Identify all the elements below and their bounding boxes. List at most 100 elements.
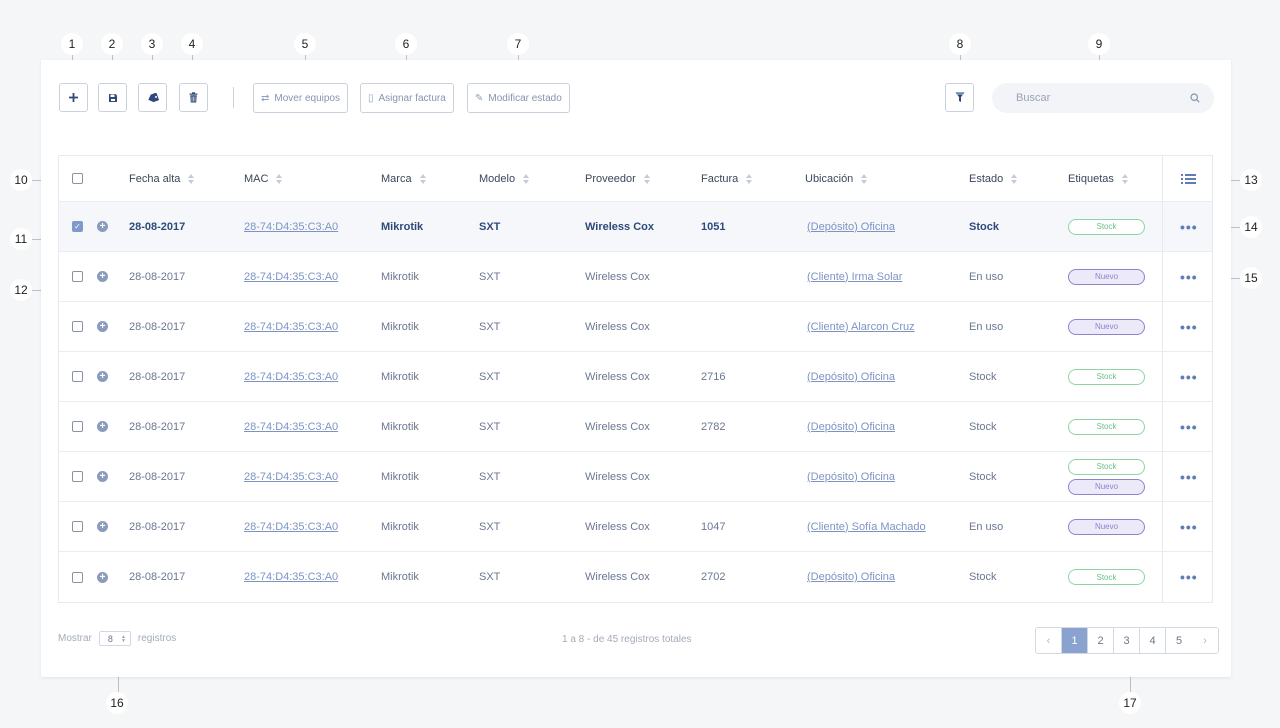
header-estado[interactable]: Estado xyxy=(969,156,1018,201)
table-row[interactable]: +28-08-2017 28-74:D4:35:C3:A0 Mikrotik SXT W… xyxy=(59,352,1212,402)
save-button[interactable] xyxy=(98,83,127,112)
delete-button[interactable] xyxy=(179,83,208,112)
estado-cell-wrap: En uso xyxy=(969,302,1003,351)
modelo-cell: SXT xyxy=(479,520,501,533)
table-row[interactable]: +28-08-2017 28-74:D4:35:C3:A0 Mikrotik SXT W… xyxy=(59,552,1212,602)
header-factura[interactable]: Factura xyxy=(701,156,753,201)
page-size-control: Mostrar 8 ▲ ▼ registros xyxy=(58,631,176,646)
page-button[interactable]: 3 xyxy=(1114,628,1140,653)
more-dots-icon[interactable]: ••• xyxy=(1180,569,1198,585)
ubicacion-link[interactable]: (Cliente) Sofía Machado xyxy=(807,521,926,533)
fecha-cell-wrap: 28-08-2017 xyxy=(129,552,185,602)
modify-state-button[interactable]: ✎ Modificar estado xyxy=(467,83,570,113)
header-modelo[interactable]: Modelo xyxy=(479,156,530,201)
add-button[interactable] xyxy=(59,83,88,112)
ubicacion-link[interactable]: (Depósito) Oficina xyxy=(807,371,895,383)
table-row[interactable]: +28-08-2017 28-74:D4:35:C3:A0 Mikrotik SXT W… xyxy=(59,452,1212,502)
mac-link[interactable]: 28-74:D4:35:C3:A0 xyxy=(244,321,338,333)
tags-cell: Stock xyxy=(1068,402,1145,451)
header-etiquetas[interactable]: Etiquetas xyxy=(1068,156,1128,201)
search-icon[interactable] xyxy=(1190,93,1200,103)
row-actions-cell: ••• xyxy=(1180,502,1198,551)
header-mac[interactable]: MAC xyxy=(244,156,283,201)
row-checkbox[interactable] xyxy=(72,571,83,583)
column-divider xyxy=(1162,502,1163,551)
table-row[interactable]: +28-08-2017 28-74:D4:35:C3:A0 Mikrotik SXT W… xyxy=(59,302,1212,352)
row-checkbox[interactable]: ✓ xyxy=(72,221,83,232)
mac-link[interactable]: 28-74:D4:35:C3:A0 xyxy=(244,271,338,283)
next-page-button[interactable]: › xyxy=(1192,628,1218,653)
more-dots-icon[interactable]: ••• xyxy=(1180,219,1198,235)
estado-cell-wrap: Stock xyxy=(969,452,997,501)
per-page-select[interactable]: 8 ▲ ▼ xyxy=(98,631,131,646)
column-divider xyxy=(1162,252,1163,301)
ubicacion-link-wrap: (Cliente) Alarcon Cruz xyxy=(807,302,915,351)
mac-link[interactable]: 28-74:D4:35:C3:A0 xyxy=(244,521,338,533)
table-row[interactable]: +28-08-2017 28-74:D4:35:C3:A0 Mikrotik SXT W… xyxy=(59,252,1212,302)
mac-link[interactable]: 28-74:D4:35:C3:A0 xyxy=(244,371,338,383)
expand-plus-icon[interactable]: + xyxy=(97,221,108,232)
ubicacion-link[interactable]: (Depósito) Oficina xyxy=(807,571,895,583)
move-equipment-button[interactable]: ⇄ Mover equipos xyxy=(253,83,348,113)
expand-plus-icon[interactable]: + xyxy=(97,571,108,583)
header-ubicacion[interactable]: Ubicación xyxy=(805,156,868,201)
equipment-panel: ⇄ Mover equipos ▯ Asignar factura ✎ Modi… xyxy=(41,60,1231,677)
expand-plus-icon[interactable]: + xyxy=(97,321,108,332)
row-actions-cell: ••• xyxy=(1180,452,1198,501)
modelo-cell-wrap: SXT xyxy=(479,502,500,551)
more-dots-icon[interactable]: ••• xyxy=(1180,269,1198,285)
stepper-icon: ▲ ▼ xyxy=(120,633,126,644)
page-button[interactable]: 2 xyxy=(1088,628,1114,653)
tags-cell: Stock xyxy=(1068,552,1145,602)
mac-link[interactable]: 28-74:D4:35:C3:A0 xyxy=(244,221,338,233)
expand-plus-icon[interactable]: + xyxy=(97,521,108,532)
mac-link[interactable]: 28-74:D4:35:C3:A0 xyxy=(244,471,338,483)
header-marca[interactable]: Marca xyxy=(381,156,426,201)
modelo-cell: SXT xyxy=(479,420,501,433)
ubicacion-link[interactable]: (Depósito) Oficina xyxy=(807,421,895,433)
table-row[interactable]: +28-08-2017 28-74:D4:35:C3:A0 Mikrotik SXT W… xyxy=(59,402,1212,452)
header-fecha-alta[interactable]: Fecha alta xyxy=(129,156,195,201)
table-row[interactable]: +28-08-2017 28-74:D4:35:C3:A0 Mikrotik SXT W… xyxy=(59,502,1212,552)
assign-invoice-button[interactable]: ▯ Asignar factura xyxy=(360,83,454,113)
expand-plus-icon[interactable]: + xyxy=(97,471,108,482)
estado-cell: En uso xyxy=(969,320,1004,333)
tag-badge: Nuevo xyxy=(1068,518,1145,535)
page-button[interactable]: 1 xyxy=(1062,628,1088,653)
search-input[interactable] xyxy=(1016,92,1190,104)
list-icon[interactable] xyxy=(1181,173,1196,185)
ubicacion-link[interactable]: (Depósito) Oficina xyxy=(807,471,895,483)
row-checkbox[interactable] xyxy=(72,421,83,432)
mac-link-wrap: 28-74:D4:35:C3:A0 xyxy=(244,502,338,551)
table-row[interactable]: ✓ +28-08-2017 28-74:D4:35:C3:A0 Mikrotik SXT… xyxy=(59,202,1212,252)
row-checkbox[interactable] xyxy=(72,321,83,332)
more-dots-icon[interactable]: ••• xyxy=(1180,419,1198,435)
select-all-checkbox[interactable] xyxy=(72,173,83,184)
mac-link[interactable]: 28-74:D4:35:C3:A0 xyxy=(244,421,338,433)
marca-cell-wrap: Mikrotik xyxy=(381,252,419,301)
filter-button[interactable] xyxy=(945,83,974,112)
expand-plus-icon[interactable]: + xyxy=(97,271,108,282)
ubicacion-link[interactable]: (Cliente) Alarcon Cruz xyxy=(807,321,915,333)
row-checkbox[interactable] xyxy=(72,371,83,382)
ubicacion-link[interactable]: (Cliente) Irma Solar xyxy=(807,271,902,283)
sort-icon xyxy=(861,173,868,184)
more-dots-icon[interactable]: ••• xyxy=(1180,369,1198,385)
proveedor-cell-wrap: Wireless Cox xyxy=(585,352,650,401)
ubicacion-link[interactable]: (Depósito) Oficina xyxy=(807,221,895,233)
row-checkbox[interactable] xyxy=(72,521,83,532)
mac-link[interactable]: 28-74:D4:35:C3:A0 xyxy=(244,571,338,583)
header-proveedor[interactable]: Proveedor xyxy=(585,156,650,201)
row-checkbox[interactable] xyxy=(72,271,83,282)
prev-page-button[interactable]: ‹ xyxy=(1036,628,1062,653)
expand-plus-icon[interactable]: + xyxy=(97,421,108,432)
page-button[interactable]: 4 xyxy=(1140,628,1166,653)
tag-button[interactable] xyxy=(138,83,167,112)
proveedor-cell: Wireless Cox xyxy=(585,571,650,583)
row-checkbox[interactable] xyxy=(72,471,83,482)
more-dots-icon[interactable]: ••• xyxy=(1180,319,1198,335)
page-button[interactable]: 5 xyxy=(1166,628,1192,653)
more-dots-icon[interactable]: ••• xyxy=(1180,469,1198,485)
expand-plus-icon[interactable]: + xyxy=(97,371,108,382)
more-dots-icon[interactable]: ••• xyxy=(1180,519,1198,535)
